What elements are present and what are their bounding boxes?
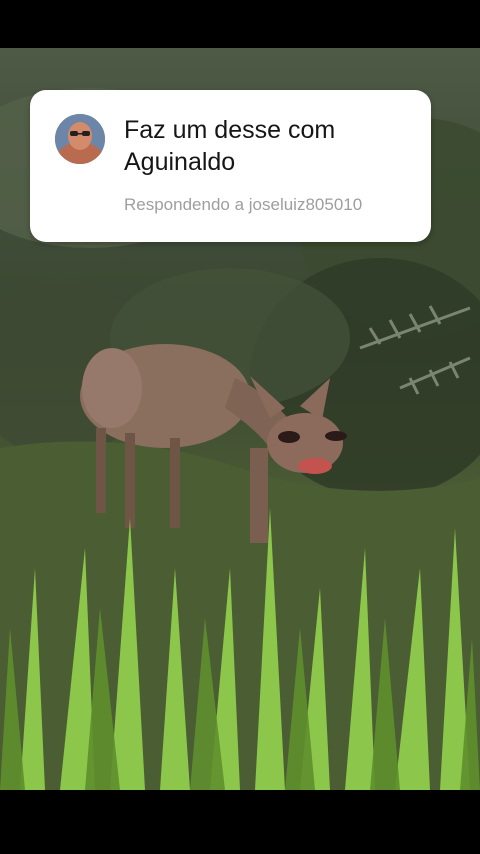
user-avatar-icon	[55, 114, 105, 164]
replying-to-label[interactable]: Respondendo a joseluiz805010	[124, 195, 362, 215]
bottom-black-bar	[0, 790, 480, 854]
user-avatar[interactable]	[55, 114, 105, 164]
reply-comment-card[interactable]: Faz um desse com Aguinaldo Respondendo a…	[30, 90, 431, 242]
comment-text: Faz um desse com Aguinaldo	[124, 116, 336, 176]
